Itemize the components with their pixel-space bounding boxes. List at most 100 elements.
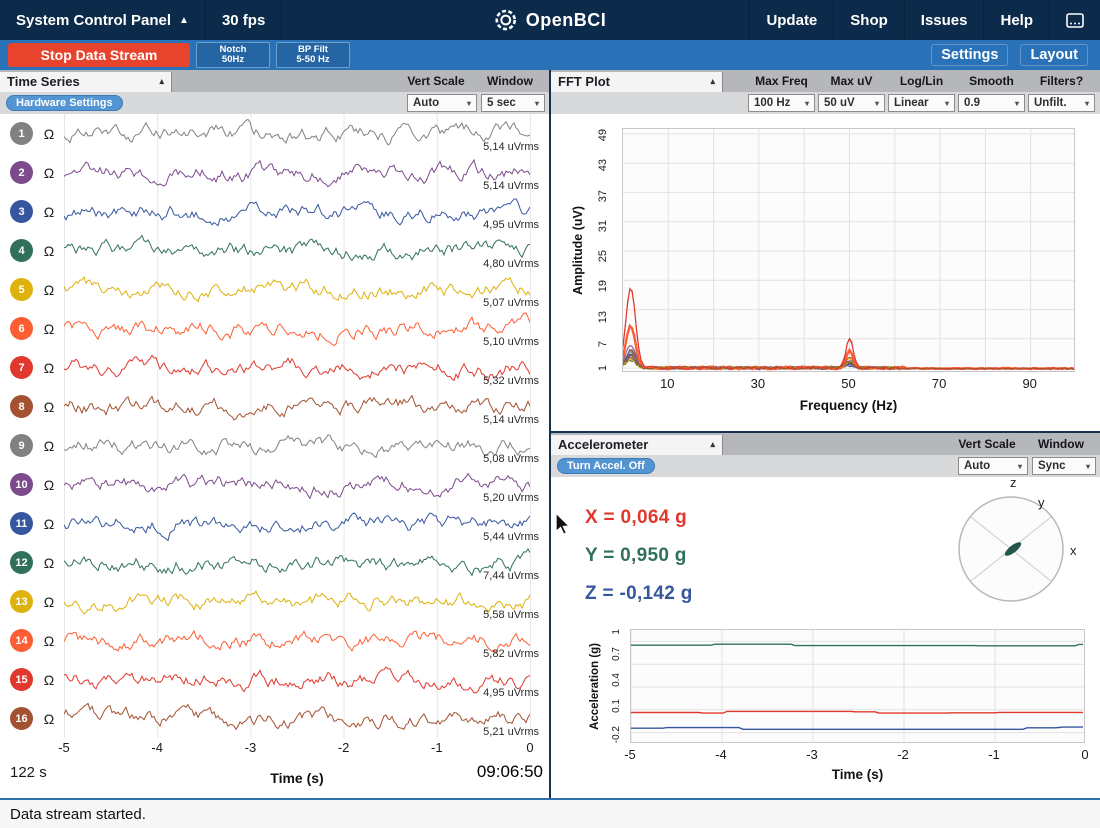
channel-number-button[interactable]: 13	[10, 590, 33, 613]
impedance-check-button[interactable]: Ω	[40, 477, 58, 493]
impedance-check-button[interactable]: Ω	[40, 633, 58, 649]
axis-tick: 30	[751, 376, 765, 391]
log-lin-dropdown[interactable]: Linear▾	[888, 94, 955, 112]
max-freq-dropdown[interactable]: 100 Hz▾	[748, 94, 815, 112]
channel-number-button[interactable]: 16	[10, 707, 33, 730]
layout-button[interactable]: Layout	[1020, 44, 1088, 66]
channel-number-button[interactable]: 11	[10, 512, 33, 535]
axis-tick: -3	[806, 747, 818, 762]
channel-number-button[interactable]: 3	[10, 200, 33, 223]
status-bar: Data stream started.	[0, 798, 1100, 828]
channel-number-button[interactable]: 12	[10, 551, 33, 574]
channel-row: 3Ω4,95 uVrms	[0, 192, 549, 231]
axis-tick: -0.2	[611, 726, 622, 743]
accel-x-value: X = 0,064 g	[585, 507, 687, 529]
status-message: Data stream started.	[10, 806, 146, 823]
impedance-check-button[interactable]: Ω	[40, 399, 58, 415]
control-bar: Stop Data Stream Notch 50Hz BP Filt 5-50…	[0, 40, 1100, 70]
panel-title: Time Series	[7, 74, 80, 89]
dropdown-value: Linear	[894, 97, 929, 109]
dropdown-value: Sync	[1038, 460, 1066, 472]
impedance-check-button[interactable]: Ω	[40, 438, 58, 454]
channel-row: 6Ω 5,10 uVrms	[0, 309, 549, 348]
vert-scale-dropdown[interactable]: Auto▾	[958, 457, 1028, 475]
axis-tick: 10	[660, 376, 674, 391]
channel-number-button[interactable]: 10	[10, 473, 33, 496]
channel-waveform	[64, 660, 530, 699]
dropdown-value: 0.9	[964, 97, 980, 109]
impedance-check-button[interactable]: Ω	[40, 555, 58, 571]
channel-number-button[interactable]: 15	[10, 668, 33, 691]
channel-number-button[interactable]: 5	[10, 278, 33, 301]
channel-number-button[interactable]: 9	[10, 434, 33, 457]
fft-plot	[622, 128, 1075, 372]
dropdown-caret-icon: ▾	[875, 99, 879, 108]
settings-button[interactable]: Settings	[931, 44, 1008, 66]
channel-uvrms-label: 5,14 uVrms	[483, 180, 539, 192]
max-freq-label: Max Freq	[748, 74, 815, 88]
impedance-check-button[interactable]: Ω	[40, 126, 58, 142]
accel-x-ticks: -5-4-3-2-10	[551, 747, 1100, 763]
impedance-check-button[interactable]: Ω	[40, 321, 58, 337]
impedance-check-button[interactable]: Ω	[40, 594, 58, 610]
shop-button[interactable]: Shop	[833, 0, 904, 40]
accelerometer-title-dropdown[interactable]: Accelerometer ▴	[551, 435, 723, 455]
dropdown-caret-icon: ▾	[1018, 462, 1022, 471]
log-lin-label: Log/Lin	[888, 74, 955, 88]
fft-x-axis-label: Frequency (Hz)	[622, 398, 1075, 413]
channel-number-button[interactable]: 2	[10, 161, 33, 184]
impedance-check-button[interactable]: Ω	[40, 672, 58, 688]
issues-button[interactable]: Issues	[904, 0, 984, 40]
axis-tick: 0	[526, 740, 533, 755]
system-control-panel-label: System Control Panel	[16, 12, 171, 29]
dropdown-caret-icon: ▾	[1085, 99, 1089, 108]
impedance-check-button[interactable]: Ω	[40, 243, 58, 259]
channel-number-button[interactable]: 8	[10, 395, 33, 418]
system-control-panel-button[interactable]: System Control Panel ▲	[0, 0, 206, 40]
dropdown-value: 50 uV	[824, 97, 855, 109]
help-button[interactable]: Help	[983, 0, 1049, 40]
vert-scale-dropdown[interactable]: Auto ▾	[407, 94, 477, 112]
channel-number-button[interactable]: 14	[10, 629, 33, 652]
impedance-check-button[interactable]: Ω	[40, 165, 58, 181]
update-label: Update	[766, 12, 817, 29]
accel-y-ticks: 10.70.40.1-0.2	[609, 629, 623, 743]
channel-number-button[interactable]: 7	[10, 356, 33, 379]
window-dropdown[interactable]: Sync ▾	[1032, 457, 1096, 475]
impedance-check-button[interactable]: Ω	[40, 711, 58, 727]
hardware-settings-button[interactable]: Hardware Settings	[6, 95, 123, 111]
fft-title-dropdown[interactable]: FFT Plot ▴	[551, 72, 723, 92]
axis-tick: -4	[151, 740, 163, 755]
axis-tick: -2	[338, 740, 350, 755]
channel-uvrms-label: 5,10 uVrms	[483, 336, 539, 348]
axis-tick: 31	[597, 220, 609, 232]
axis-tick: 7	[597, 341, 609, 347]
axis-tick: -4	[715, 747, 727, 762]
dropdown-value: Unfilt.	[1034, 97, 1067, 109]
notch-filter-button[interactable]: Notch 50Hz	[196, 42, 270, 68]
accelerometer-plot	[630, 629, 1085, 743]
channel-number-button[interactable]: 6	[10, 317, 33, 340]
smooth-dropdown[interactable]: 0.9 ▾	[958, 94, 1025, 112]
axis-tick: 0.7	[611, 647, 622, 661]
time-series-title-dropdown[interactable]: Time Series ▴	[0, 72, 172, 92]
impedance-check-button[interactable]: Ω	[40, 360, 58, 376]
axis-tick: 49	[597, 129, 609, 141]
console-window-button[interactable]	[1049, 0, 1100, 40]
channel-number-button[interactable]: 4	[10, 239, 33, 262]
impedance-check-button[interactable]: Ω	[40, 282, 58, 298]
impedance-check-button[interactable]: Ω	[40, 204, 58, 220]
channel-number-button[interactable]: 1	[10, 122, 33, 145]
window-dropdown[interactable]: 5 sec ▾	[481, 94, 545, 112]
dropdown-value: 100 Hz	[754, 97, 790, 109]
impedance-check-button[interactable]: Ω	[40, 516, 58, 532]
turn-accel-off-button[interactable]: Turn Accel. Off	[557, 458, 655, 474]
update-button[interactable]: Update	[749, 0, 833, 40]
filters-dropdown[interactable]: Unfilt. ▾	[1028, 94, 1095, 112]
dropdown-caret-icon: ▾	[1015, 99, 1019, 108]
axis-tick: 25	[597, 250, 609, 262]
max-uv-dropdown[interactable]: 50 uV ▾	[818, 94, 885, 112]
stop-data-stream-button[interactable]: Stop Data Stream	[8, 43, 190, 67]
dropdown-caret-icon: ▾	[1086, 462, 1090, 471]
bandpass-filter-button[interactable]: BP Filt 5-50 Hz	[276, 42, 350, 68]
